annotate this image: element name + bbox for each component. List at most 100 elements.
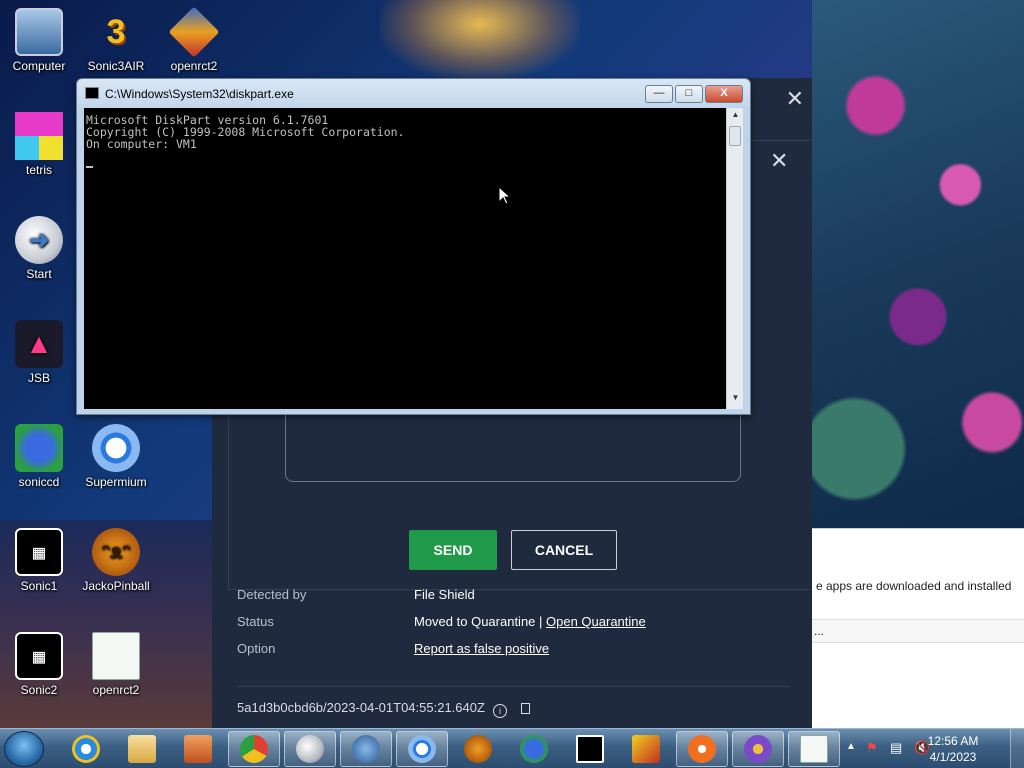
vpn-icon: [744, 735, 772, 763]
report-false-positive-link[interactable]: Report as false positive: [414, 641, 549, 656]
cancel-button[interactable]: CANCEL: [511, 530, 617, 570]
taskbar-avast[interactable]: [676, 731, 728, 767]
desktop-icon-computer[interactable]: Computer: [1, 8, 77, 73]
desktop-icon-label: openrct2: [170, 59, 218, 73]
desktop-icon-label: Sonic1: [20, 579, 58, 593]
desktop-icon-jsb[interactable]: ▲ JSB: [1, 320, 77, 385]
taskbar-start-app[interactable]: [284, 731, 336, 767]
explorer-icon: [128, 735, 156, 763]
network-icon: [352, 735, 380, 763]
copy-icon[interactable]: [520, 703, 530, 714]
desktop-icon-label: Sonic3AIR: [87, 59, 145, 73]
background-window-text: e apps are downloaded and installed: [816, 579, 1012, 593]
desktop-icon-openrct2[interactable]: openrct2: [156, 6, 232, 73]
status-text: Moved to Quarantine: [414, 614, 536, 629]
supermium-icon: [92, 424, 140, 472]
close-icon[interactable]: ✕: [786, 86, 804, 112]
detail-value: Report as false positive: [414, 641, 549, 656]
diskpart-window[interactable]: C:\Windows\System32\diskpart.exe — □ X M…: [76, 78, 751, 415]
background-window[interactable]: e apps are downloaded and installed ...: [812, 528, 1024, 728]
taskbar-chrome[interactable]: [228, 731, 280, 767]
scroll-up-icon[interactable]: ▲: [727, 110, 744, 124]
mouse-cursor-icon: [498, 186, 512, 205]
window-titlebar[interactable]: C:\Windows\System32\diskpart.exe — □ X: [77, 79, 750, 107]
taskbar-game[interactable]: [620, 731, 672, 767]
taskbar-vpn[interactable]: [732, 731, 784, 767]
computer-icon: [15, 8, 63, 56]
info-icon[interactable]: i: [492, 704, 507, 718]
desktop-icon-label: Supermium: [85, 475, 147, 489]
desktop-icon-sonic2[interactable]: ▦ Sonic2: [1, 632, 77, 697]
detail-value: File Shield: [414, 587, 475, 602]
detail-row-option: Option Report as false positive: [237, 641, 549, 656]
desktop-icon-jackopinball[interactable]: ᵔᴥᵔ JackoPinball: [78, 528, 154, 593]
clock[interactable]: 12:56 AM 4/1/2023: [918, 733, 988, 765]
soniccd-icon: [15, 424, 63, 472]
internet-explorer-icon: [72, 735, 100, 763]
sonic1-icon: [576, 735, 604, 763]
diskpart-icon: [800, 735, 828, 763]
chrome-icon: [240, 735, 268, 763]
detail-row-detected-by: Detected by File Shield: [237, 587, 475, 602]
sonic1-icon: ▦: [15, 528, 63, 576]
desktop-icon-soniccd[interactable]: soniccd: [1, 424, 77, 489]
wallpaper-flowers: [812, 0, 1024, 528]
desktop-icon-label: Computer: [12, 59, 66, 73]
desktop-icon-supermium[interactable]: Supermium: [78, 424, 154, 489]
show-desktop-button[interactable]: [1010, 729, 1024, 768]
taskbar-supermium[interactable]: [396, 731, 448, 767]
console-output[interactable]: Microsoft DiskPart version 6.1.7601 Copyr…: [84, 108, 726, 409]
taskbar-diskpart[interactable]: [788, 731, 840, 767]
detail-value: Moved to Quarantine | Open Quarantine: [414, 614, 646, 629]
close-button[interactable]: X: [705, 85, 743, 103]
desktop-icon-openrct2-doc[interactable]: openrct2: [78, 632, 154, 697]
console-cursor: [86, 150, 724, 168]
desktop-icon-start[interactable]: ➜ Start: [1, 216, 77, 281]
desktop-icon-label: Start: [26, 267, 52, 281]
taskbar-sonic1[interactable]: [564, 731, 616, 767]
desktop-icon-sonic1[interactable]: ▦ Sonic1: [1, 528, 77, 593]
avast-icon: [688, 735, 716, 763]
start-button[interactable]: [4, 731, 44, 767]
hash-text: 5a1d3b0cbd6b/2023-04-01T04:55:21.640Z: [237, 700, 485, 715]
supermium-icon: [408, 735, 436, 763]
action-center-icon[interactable]: ⚑: [866, 740, 878, 756]
taskbar-ie[interactable]: [60, 731, 112, 767]
detail-row-status: Status Moved to Quarantine | Open Quaran…: [237, 614, 646, 629]
network-status-icon[interactable]: ▤: [890, 740, 902, 756]
tetris-icon: [15, 112, 63, 160]
taskbar-network[interactable]: [340, 731, 392, 767]
window-title: C:\Windows\System32\diskpart.exe: [105, 87, 294, 101]
desktop-icon-label: JackoPinball: [82, 579, 150, 593]
desktop-icon-label: Sonic2: [20, 683, 58, 697]
console-icon: [85, 87, 99, 99]
minimize-button[interactable]: —: [645, 85, 673, 103]
scroll-down-icon[interactable]: ▼: [727, 393, 744, 407]
game-icon: [632, 735, 660, 763]
vertical-scrollbar[interactable]: ▲ ▼: [726, 108, 743, 409]
desktop-icon-label: JSB: [27, 371, 50, 385]
send-button[interactable]: SEND: [409, 530, 497, 570]
detail-key: Detected by: [237, 587, 307, 602]
show-hidden-icons-icon[interactable]: ▲: [846, 741, 856, 752]
clock-time: 12:56 AM: [927, 734, 979, 748]
status-separator: |: [535, 614, 547, 629]
close-icon[interactable]: ✕: [770, 148, 788, 174]
open-quarantine-link[interactable]: Open Quarantine: [546, 614, 646, 629]
desktop-icon-label: openrct2: [92, 683, 140, 697]
taskbar-sonic[interactable]: [508, 731, 560, 767]
desktop-icon-sonic3air[interactable]: 3 Sonic3AIR: [78, 8, 154, 74]
desktop-icon-tetris[interactable]: tetris: [1, 112, 77, 177]
taskbar-media-player[interactable]: [172, 731, 224, 767]
maximize-button[interactable]: □: [675, 85, 703, 103]
taskbar-jackopinball[interactable]: [452, 731, 504, 767]
comment-textarea[interactable]: [285, 408, 741, 482]
desktop-icon-label: tetris: [25, 163, 52, 177]
start-app-icon: [296, 735, 324, 763]
sonic3air-icon: 3: [106, 12, 126, 51]
background-window-row: ...: [812, 619, 1024, 643]
scroll-thumb[interactable]: [729, 126, 741, 146]
desktop-icon-label: soniccd: [18, 475, 60, 489]
jackopinball-icon: [464, 735, 492, 763]
taskbar-explorer[interactable]: [116, 731, 168, 767]
